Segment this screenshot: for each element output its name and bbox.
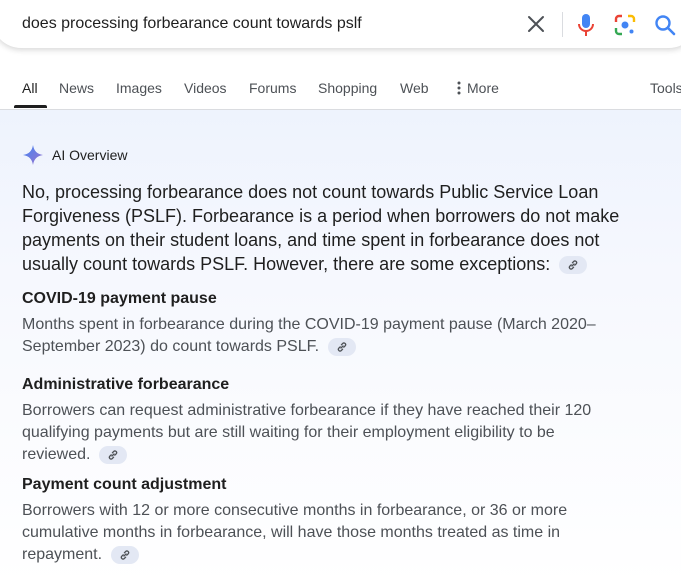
lens-search-button[interactable]	[613, 13, 637, 37]
search-divider	[562, 12, 563, 37]
mic-icon	[578, 14, 594, 36]
link-icon	[108, 450, 118, 460]
ai-overview-panel: AI Overview No, processing forbearance d…	[0, 110, 681, 585]
section-title-adjustment: Payment count adjustment	[22, 476, 227, 493]
more-dots-icon	[457, 81, 461, 95]
source-link-chip[interactable]	[559, 256, 588, 275]
section-body-covid: Months spent in forbearance during the C…	[22, 314, 627, 358]
link-icon	[569, 260, 578, 270]
search-bar: does processing forbearance count toward…	[0, 0, 681, 48]
ai-overview-title: AI Overview	[52, 147, 128, 163]
lens-icon	[614, 14, 636, 36]
tab-shopping[interactable]: Shopping	[318, 80, 377, 96]
source-link-chip[interactable]	[327, 337, 356, 356]
tab-all[interactable]: All	[22, 80, 38, 96]
search-tabs: All News Images Videos Forums Shopping W…	[0, 72, 681, 110]
search-button[interactable]	[653, 13, 677, 37]
tab-web[interactable]: Web	[400, 80, 429, 96]
source-link-chip[interactable]	[98, 445, 127, 464]
tab-forums[interactable]: Forums	[249, 80, 296, 96]
tab-more[interactable]: More	[456, 80, 499, 96]
tab-news[interactable]: News	[59, 80, 94, 96]
search-input[interactable]: does processing forbearance count toward…	[22, 15, 362, 33]
ai-overview-summary: No, processing forbearance does not coun…	[22, 180, 632, 276]
section-text: Borrowers with 12 or more consecutive mo…	[22, 502, 568, 563]
source-link-chip[interactable]	[110, 545, 139, 564]
section-title-covid: COVID-19 payment pause	[22, 290, 217, 307]
voice-search-button[interactable]	[576, 13, 596, 37]
tab-more-label: More	[467, 80, 499, 96]
section-body-admin: Borrowers can request administrative for…	[22, 400, 627, 466]
tools-button[interactable]: Tools	[650, 80, 681, 96]
section-body-adjustment: Borrowers with 12 or more consecutive mo…	[22, 500, 627, 566]
link-icon	[337, 342, 346, 352]
summary-text: No, processing forbearance does not coun…	[22, 182, 620, 274]
tab-images[interactable]: Images	[116, 80, 162, 96]
tab-videos[interactable]: Videos	[184, 80, 227, 96]
section-text: Months spent in forbearance during the C…	[22, 316, 596, 355]
section-title-admin: Administrative forbearance	[22, 376, 230, 393]
link-icon	[120, 550, 129, 560]
search-icon	[655, 15, 676, 36]
sparkle-icon	[23, 145, 43, 165]
clear-button[interactable]	[526, 14, 546, 34]
close-icon	[528, 16, 544, 32]
active-tab-indicator	[14, 105, 47, 108]
